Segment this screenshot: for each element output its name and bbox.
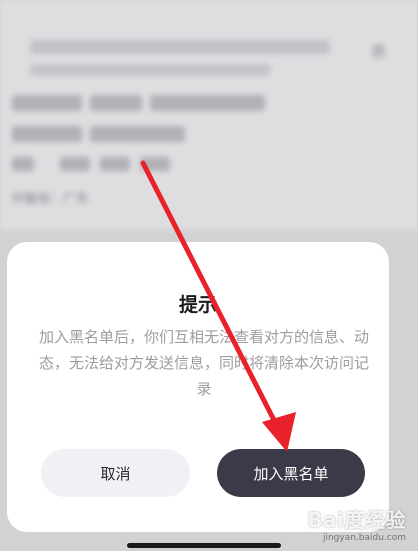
watermark-logo-text: Bai度经验 [307, 508, 406, 532]
watermark-url: jingyan.baidu.com [322, 533, 406, 543]
cancel-button[interactable]: 取消 [41, 449, 190, 497]
add-to-blacklist-button[interactable]: 加入黑名单 [217, 449, 365, 497]
dialog-title: 提示 [178, 294, 217, 316]
home-indicator[interactable] [127, 543, 281, 548]
screen: 愿 IP属地：广东 提示 加入黑名单后，你们互相无法查看对方的信息、动态，无法给… [0, 0, 418, 551]
dialog-message: 加入黑名单后，你们互相无法查看对方的信息、动态，无法给对方发送信息，同时将清除本… [38, 328, 369, 398]
blacklist-confirm-dialog: 提示 加入黑名单后，你们互相无法查看对方的信息、动态，无法给对方发送信息，同时将… [7, 242, 389, 532]
watermark: Bai度经验 jingyan.baidu.com [307, 504, 406, 543]
